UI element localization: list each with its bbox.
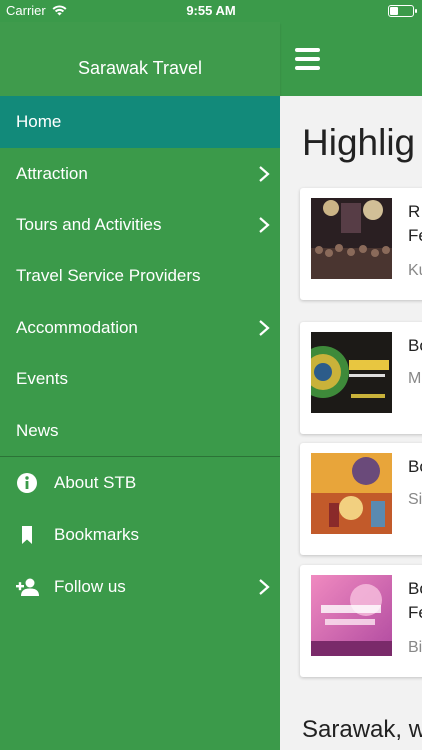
highlight-card[interactable]: Bo M — [300, 322, 422, 434]
card-subtitle: M — [408, 370, 422, 387]
card-title: Bo — [408, 336, 422, 355]
drawer-header: Sarawak Travel — [0, 22, 280, 96]
highlight-card[interactable]: R Fe Ku — [300, 188, 422, 300]
menu-item-label: Travel Service Providers — [16, 266, 201, 285]
card-title: Bo — [408, 457, 422, 476]
menu-item-label: Events — [16, 369, 68, 388]
card-subtitle: Si — [408, 491, 422, 508]
highlight-card[interactable]: Bo Fe Bi — [300, 565, 422, 677]
highlights-heading: Highlig — [302, 122, 416, 163]
menu-item-label: About STB — [54, 473, 137, 492]
card-subtitle: Ku — [408, 262, 422, 279]
card-subtitle: Bi — [408, 639, 422, 656]
status-bar: Carrier 9:55 AM — [0, 0, 422, 22]
menu-item-label: News — [16, 421, 59, 440]
menu-item-label: Bookmarks — [54, 525, 140, 544]
jazz-poster-image — [311, 332, 392, 413]
menu-icon[interactable] — [295, 48, 320, 70]
chevron-right-icon — [259, 166, 270, 182]
drawer-title: Sarawak Travel — [77, 58, 203, 78]
chevron-right-icon — [259, 320, 270, 336]
menu-item-news[interactable]: News — [0, 405, 280, 457]
menu-item-label: Accommodation — [16, 318, 138, 337]
menu-item-home[interactable]: Home — [0, 96, 280, 148]
menu-item-follow-us[interactable]: Follow us — [0, 561, 280, 613]
add-person-icon — [16, 578, 39, 596]
festival-poster-image — [311, 453, 392, 534]
menu-item-accommodation[interactable]: Accommodation — [0, 302, 280, 354]
highlight-card[interactable]: Bo Si — [300, 443, 422, 555]
section-heading: Sarawak, w — [302, 716, 422, 743]
battery-icon — [388, 5, 417, 17]
menu-item-travel-service-providers[interactable]: Travel Service Providers — [0, 250, 280, 302]
menu-item-label: Attraction — [16, 164, 88, 183]
kite-festival-image — [311, 575, 392, 656]
menu-item-label: Tours and Activities — [16, 215, 162, 234]
chevron-right-icon — [259, 217, 270, 233]
card-title: Bo Fe — [408, 579, 422, 622]
chevron-right-icon — [259, 579, 270, 595]
card-title: R Fe — [408, 202, 422, 245]
menu-item-label: Home — [16, 112, 62, 131]
main-nav-bar — [280, 22, 422, 96]
menu-item-bookmarks[interactable]: Bookmarks — [0, 509, 280, 561]
menu-item-events[interactable]: Events — [0, 353, 280, 405]
status-time: 9:55 AM — [186, 3, 236, 18]
concert-image — [311, 198, 392, 279]
menu-item-attraction[interactable]: Attraction — [0, 148, 280, 200]
side-drawer: Sarawak Travel Home Attraction Tours and… — [0, 22, 280, 750]
main-content: Highlig R Fe Ku — [280, 96, 422, 750]
info-icon — [17, 473, 37, 493]
bookmark-icon — [22, 526, 32, 544]
menu-item-tours[interactable]: Tours and Activities — [0, 199, 280, 251]
menu-item-about-stb[interactable]: About STB — [0, 457, 280, 509]
menu-item-label: Follow us — [54, 577, 126, 596]
